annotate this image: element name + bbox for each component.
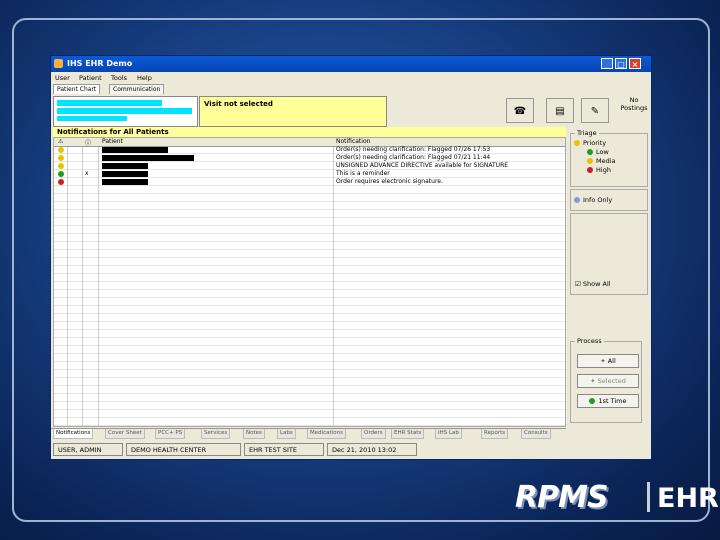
- tab-services[interactable]: Services: [201, 429, 231, 439]
- status-location[interactable]: DEMO HEALTH CENTER: [126, 443, 241, 456]
- notifications-grid: ⚠ ⓘ Patient Notification Order(s) needin…: [53, 137, 566, 427]
- priority-dot: [58, 163, 64, 169]
- menu-tools[interactable]: Tools: [111, 74, 127, 82]
- tools-icon[interactable]: ✎: [581, 98, 609, 123]
- info-only-group: Info Only: [570, 189, 648, 211]
- table-row[interactable]: Order(s) needing clarification: Flagged …: [54, 146, 565, 154]
- priority-dot: [58, 171, 64, 177]
- tab-ehr-stats[interactable]: EHR Stats: [391, 429, 425, 439]
- notification-text: Order(s) needing clarification: Flagged …: [336, 154, 491, 161]
- menu-help[interactable]: Help: [137, 74, 152, 82]
- notifications-header: Notifications for All Patients: [53, 127, 566, 137]
- table-row[interactable]: UNSIGNED ADVANCE DIRECTIVE available for…: [54, 162, 565, 170]
- alert-column-icon[interactable]: ⚠: [58, 138, 63, 145]
- status-bar: USER, ADMIN DEMO HEALTH CENTER EHR TEST …: [51, 441, 651, 459]
- high-option[interactable]: High: [587, 166, 611, 174]
- maximize-button[interactable]: □: [615, 58, 627, 69]
- triage-label: Triage: [575, 129, 599, 137]
- patient-id-highlight: [57, 116, 127, 121]
- ehr-window: IHS EHR Demo _ □ × User Patient Tools He…: [50, 55, 652, 460]
- process-label: Process: [575, 337, 604, 345]
- tab-notes[interactable]: Notes: [243, 429, 265, 439]
- redacted-patient: [102, 163, 148, 169]
- warning-icon: [574, 140, 580, 146]
- tab-ihs-lab[interactable]: IHS Lab: [435, 429, 462, 439]
- process-first-time-button[interactable]: 1st Time: [577, 394, 639, 408]
- window-title: IHS EHR Demo: [67, 59, 133, 68]
- filter-panel: Triage Priority Low Media High Info Only…: [568, 127, 651, 427]
- notification-text: This is a reminder: [336, 170, 390, 177]
- notification-text: Order requires electronic signature.: [336, 178, 443, 185]
- logo-mark: RPMS: [515, 480, 609, 515]
- bottom-tabs: Notifications Cover Sheet PCC+ PS Servic…: [51, 428, 566, 439]
- tab-cover-sheet[interactable]: Cover Sheet: [105, 429, 145, 439]
- notification-column-header[interactable]: Notification: [336, 138, 370, 145]
- tab-labs[interactable]: Labs: [277, 429, 296, 439]
- patient-tabs: Patient Chart Communication: [51, 83, 651, 94]
- document-icon[interactable]: ▤: [546, 98, 574, 123]
- redacted-patient: [102, 147, 168, 153]
- notification-text: UNSIGNED ADVANCE DIRECTIVE available for…: [336, 162, 509, 169]
- info-only-option[interactable]: Info Only: [574, 196, 612, 204]
- status-user[interactable]: USER, ADMIN: [53, 443, 123, 456]
- tab-notifications[interactable]: Notifications: [53, 429, 94, 439]
- minimize-button[interactable]: _: [601, 58, 613, 69]
- notification-text: Order(s) needing clarification: Flagged …: [336, 146, 491, 153]
- priority-option[interactable]: Priority: [574, 139, 606, 147]
- low-option[interactable]: Low: [587, 148, 609, 156]
- tab-patient-chart[interactable]: Patient Chart: [53, 84, 101, 94]
- medium-option[interactable]: Media: [587, 157, 616, 165]
- priority-dot: [58, 179, 64, 185]
- notifications-title: Notifications for All Patients: [57, 128, 169, 136]
- table-row[interactable]: x This is a reminder: [54, 170, 565, 178]
- low-icon: [587, 149, 593, 155]
- menu-bar: User Patient Tools Help: [51, 72, 651, 83]
- priority-dot: [58, 155, 64, 161]
- info-icon: [574, 197, 580, 203]
- redacted-patient: [102, 179, 148, 185]
- table-row[interactable]: Order(s) needing clarification: Flagged …: [54, 154, 565, 162]
- tab-consults[interactable]: Consults: [521, 429, 551, 439]
- logo-text: EHR: [657, 483, 719, 514]
- show-all-checkbox[interactable]: ☑ Show All: [575, 280, 611, 288]
- logo-divider: [647, 482, 650, 512]
- title-bar: IHS EHR Demo _ □ ×: [51, 56, 651, 72]
- tab-pcc-ps[interactable]: PCC+ PS: [155, 429, 186, 439]
- patient-name-highlight: [57, 100, 162, 106]
- high-icon: [587, 167, 593, 173]
- tab-communication[interactable]: Communication: [109, 84, 165, 94]
- tab-orders[interactable]: Orders: [361, 429, 386, 439]
- redacted-patient: [102, 171, 148, 177]
- postings-icon[interactable]: ☎: [506, 98, 534, 123]
- medium-icon: [587, 158, 593, 164]
- triage-group: Triage Priority Low Media High: [570, 129, 648, 187]
- table-row[interactable]: Order requires electronic signature.: [54, 178, 565, 186]
- process-selected-button[interactable]: ✦ Selected: [577, 374, 639, 388]
- info-mark: x: [85, 170, 89, 177]
- tab-reports[interactable]: Reports: [481, 429, 509, 439]
- process-all-button[interactable]: ✦ All: [577, 354, 639, 368]
- priority-dot: [58, 147, 64, 153]
- tab-medications[interactable]: Medications: [307, 429, 346, 439]
- patient-info-highlight: [57, 108, 192, 114]
- no-postings-button[interactable]: No Postings: [617, 96, 651, 125]
- app-icon: [54, 59, 63, 68]
- redacted-patient: [102, 155, 194, 161]
- status-dept[interactable]: EHR TEST SITE: [244, 443, 324, 456]
- close-button[interactable]: ×: [629, 58, 641, 69]
- process-group: Process ✦ All ✦ Selected 1st Time: [570, 337, 642, 423]
- menu-user[interactable]: User: [55, 74, 70, 82]
- status-date: Dec 21, 2010 13:02: [327, 443, 417, 456]
- visit-panel[interactable]: Visit not selected: [199, 96, 387, 127]
- show-all-group: ☑ Show All: [570, 213, 648, 295]
- visit-label: Visit not selected: [204, 100, 273, 108]
- menu-patient[interactable]: Patient: [79, 74, 102, 82]
- slide-background: { "window": { "title": "IHS EHR Demo", "…: [0, 0, 720, 540]
- patient-selector[interactable]: [53, 96, 198, 127]
- patient-column-header[interactable]: Patient: [102, 138, 123, 145]
